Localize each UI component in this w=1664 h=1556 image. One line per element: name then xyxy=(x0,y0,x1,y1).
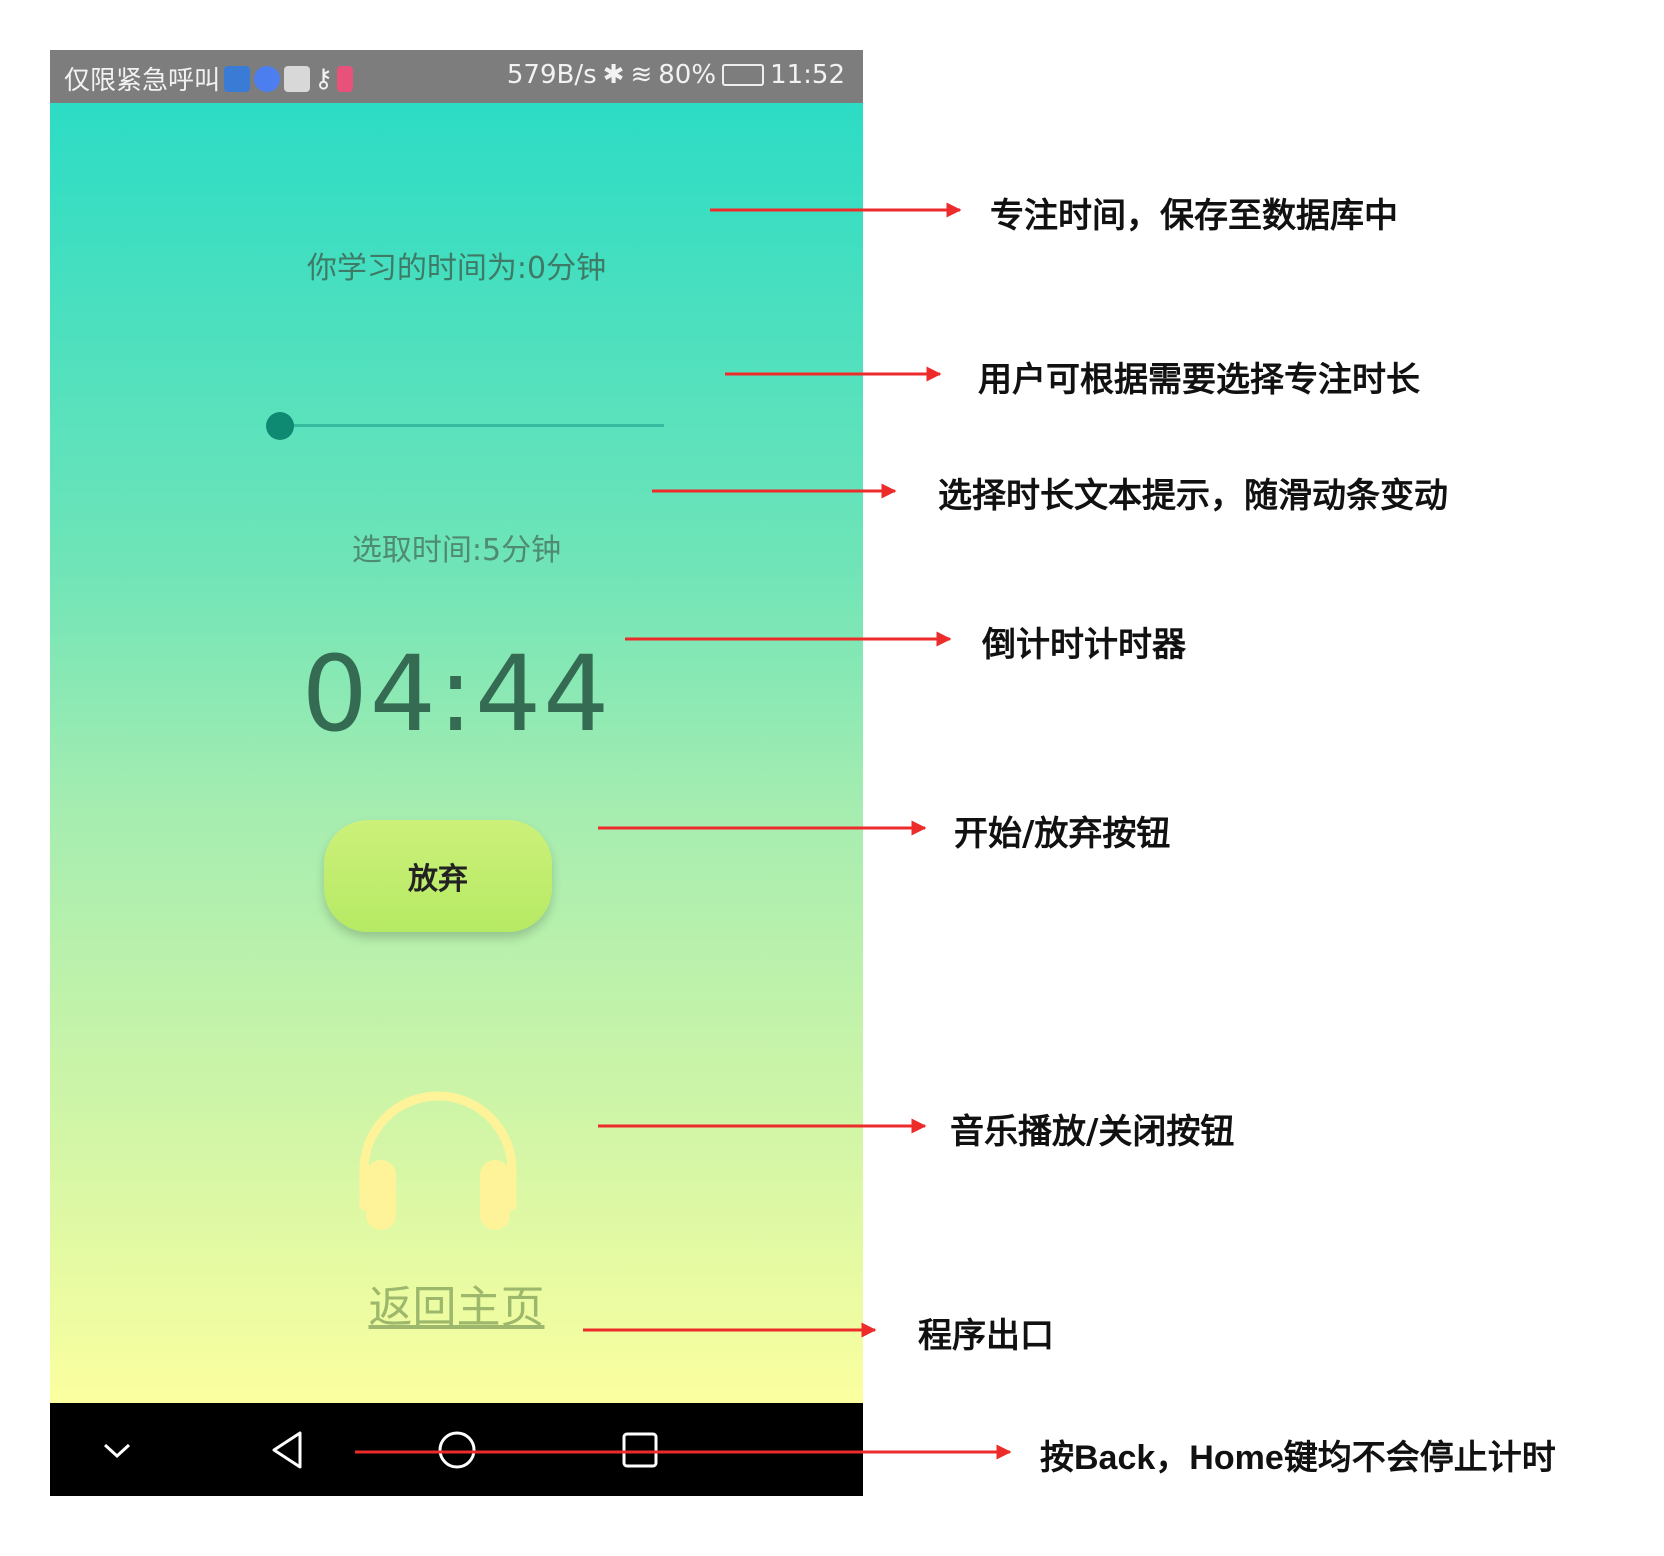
annotation-start-giveup: 开始/放弃按钮 xyxy=(954,814,1171,854)
back-home-prefix: 按 xyxy=(1040,1438,1074,1478)
comma: ， xyxy=(1155,1438,1190,1478)
annotation-arrows xyxy=(355,202,1012,1460)
back-home-suffix: 键均不会停止计时 xyxy=(1283,1438,1556,1478)
annotation-duration-select: 用户可根据需要选择专注时长 xyxy=(978,360,1420,400)
annotation-duration-hint: 选择时长文本提示，随滑动条变动 xyxy=(938,476,1448,516)
annotation-music: 音乐播放/关闭按钮 xyxy=(950,1112,1235,1152)
home-word: Home xyxy=(1189,1439,1284,1477)
annotation-exit: 程序出口 xyxy=(918,1316,1054,1356)
annotation-focus-time: 专注时间，保存至数据库中 xyxy=(990,196,1398,236)
annotation-countdown: 倒计时计时器 xyxy=(982,625,1186,665)
back-word: Back xyxy=(1074,1439,1156,1477)
annotation-back-home: 按Back，Home键均不会停止计时 xyxy=(1040,1430,1556,1479)
